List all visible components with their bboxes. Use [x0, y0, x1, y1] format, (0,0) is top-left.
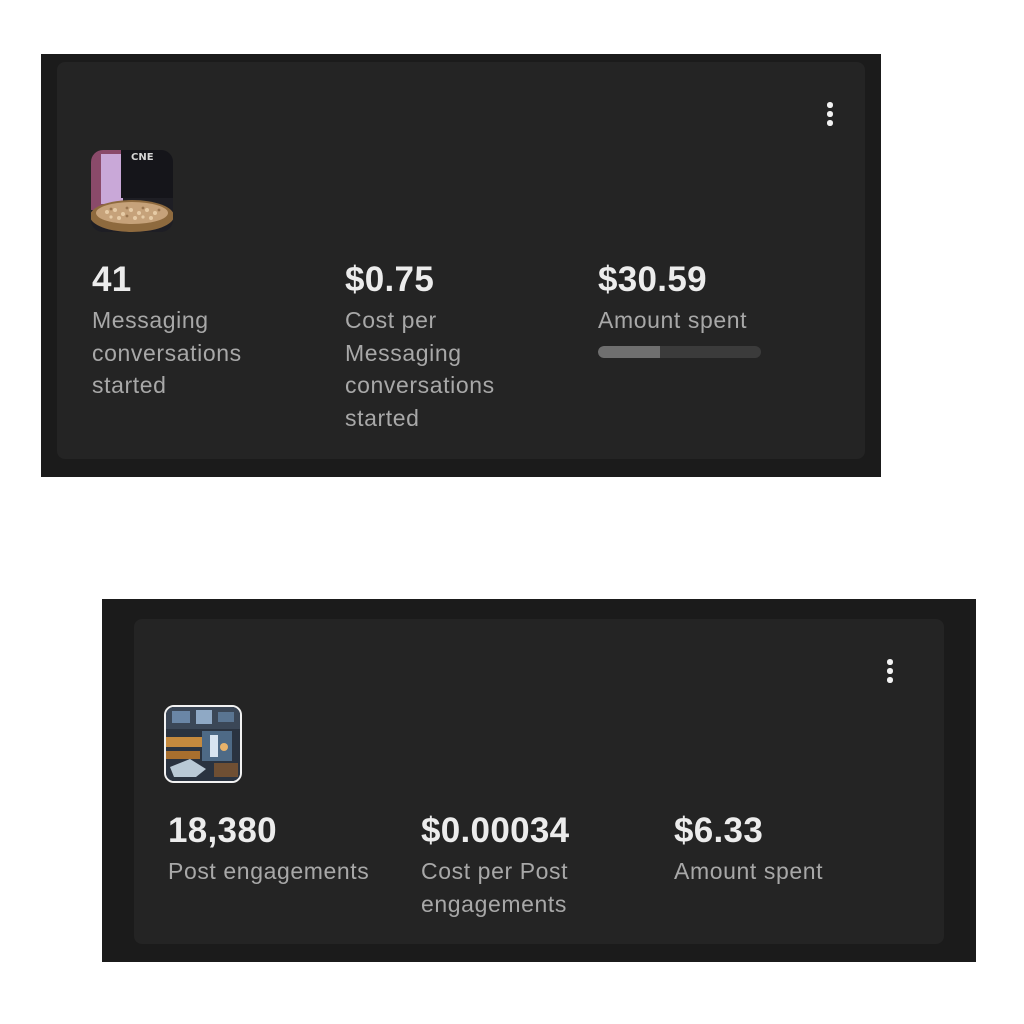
spend-progress-bar	[598, 346, 761, 358]
more-options-button[interactable]	[878, 653, 902, 689]
metric-value: $0.00034	[421, 811, 570, 850]
spend-progress-fill	[598, 346, 660, 358]
more-options-button[interactable]	[818, 96, 842, 132]
ad-card-engagement[interactable]: 18,380 Post engagements $0.00034 Cost pe…	[134, 619, 944, 944]
metric-value: 41	[92, 260, 132, 299]
metric-cost-per-result: $0.75 Cost per Messaging conversations s…	[345, 260, 565, 434]
metric-results: 41 Messaging conversations started	[92, 260, 312, 402]
metric-label: Cost per Post engagements	[421, 858, 569, 917]
metric-cost-per-result: $0.00034 Cost per Post engagements	[421, 811, 661, 920]
metric-value: 18,380	[168, 811, 277, 850]
metric-value: $30.59	[598, 260, 707, 299]
metric-value: $6.33	[674, 811, 764, 850]
metric-amount-spent: $30.59 Amount spent	[598, 260, 818, 337]
ad-panel-2: 18,380 Post engagements $0.00034 Cost pe…	[102, 599, 976, 962]
metric-value: $0.75	[345, 260, 435, 299]
metric-label: Amount spent	[674, 858, 824, 884]
thumb-text: CNE	[131, 152, 154, 163]
more-vertical-icon	[827, 102, 833, 108]
ad-card-messaging[interactable]: CNE 41 Messaging conversations started $…	[57, 62, 865, 459]
ad-thumbnail[interactable]: CNE	[91, 150, 173, 232]
more-vertical-icon	[887, 659, 893, 665]
metric-label: Amount spent	[598, 307, 748, 333]
ad-thumbnail[interactable]	[164, 705, 242, 783]
ad-panel-1: CNE 41 Messaging conversations started $…	[41, 54, 881, 477]
metric-label: Post engagements	[168, 858, 370, 884]
restaurant-thumbnail-icon	[166, 707, 240, 781]
food-bowl-thumbnail-icon: CNE	[91, 150, 173, 232]
metric-results: 18,380 Post engagements	[168, 811, 408, 888]
metric-label: Messaging conversations started	[92, 307, 242, 398]
metric-amount-spent: $6.33 Amount spent	[674, 811, 914, 888]
metric-label: Cost per Messaging conversations started	[345, 307, 495, 431]
